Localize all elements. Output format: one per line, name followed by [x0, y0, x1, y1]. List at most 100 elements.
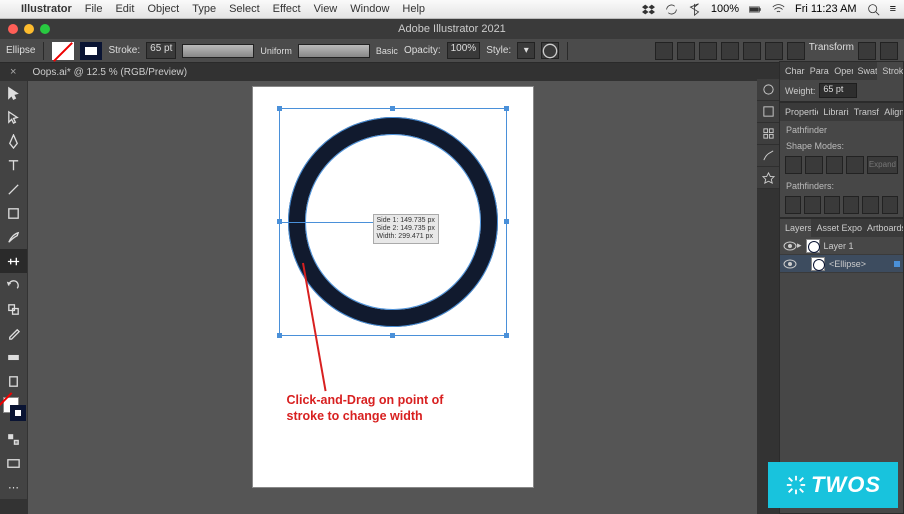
minus-front-button[interactable] [805, 156, 822, 174]
menu-effect[interactable]: Effect [273, 3, 301, 15]
bbox-handle-b[interactable] [390, 333, 395, 338]
close-window-button[interactable] [8, 24, 18, 34]
visibility-icon[interactable] [783, 239, 797, 253]
visibility-icon[interactable] [783, 257, 797, 271]
align-right-button[interactable] [699, 42, 717, 60]
style-dropdown[interactable]: ▾ [517, 42, 535, 59]
fill-stroke-indicator[interactable] [0, 393, 27, 427]
tab-swatches[interactable]: Swatc [853, 62, 878, 80]
symbols-panel-icon[interactable] [757, 167, 779, 189]
color-mode-button[interactable] [0, 427, 27, 451]
zoom-window-button[interactable] [40, 24, 50, 34]
edit-toolbar-button[interactable]: ⋯ [0, 475, 27, 499]
layer-name[interactable]: Layer 1 [824, 241, 854, 251]
menu-type[interactable]: Type [192, 3, 216, 15]
document-tab[interactable]: Oops.ai* @ 12.5 % (RGB/Preview) [22, 65, 197, 80]
align-left-button[interactable] [655, 42, 673, 60]
unite-button[interactable] [785, 156, 802, 174]
sublayer-row[interactable]: <Ellipse> [780, 255, 903, 273]
width-tool[interactable] [0, 249, 27, 273]
shape-builder-button[interactable] [787, 42, 805, 60]
close-tab-button[interactable]: × [10, 66, 16, 78]
stroke-profile-uniform[interactable] [182, 44, 254, 58]
artboard[interactable]: Side 1: 149.735 px Side 2: 149.735 px Wi… [253, 87, 533, 487]
trim-button[interactable] [804, 196, 820, 214]
wifi-icon[interactable] [772, 3, 785, 16]
brushes-panel-icon[interactable] [757, 145, 779, 167]
bbox-handle-t[interactable] [390, 106, 395, 111]
transform-label[interactable]: Transform [809, 42, 854, 60]
isolate-button[interactable] [858, 42, 876, 60]
paintbrush-tool[interactable] [0, 225, 27, 249]
selection-tool[interactable] [0, 81, 27, 105]
bbox-handle-br[interactable] [504, 333, 509, 338]
sync-icon[interactable] [665, 3, 678, 16]
outline-button[interactable] [862, 196, 878, 214]
divide-button[interactable] [785, 196, 801, 214]
color-guide-panel-icon[interactable] [757, 101, 779, 123]
align-top-button[interactable] [721, 42, 739, 60]
menu-select[interactable]: Select [229, 3, 260, 15]
tab-asset-export[interactable]: Asset Export [811, 219, 862, 237]
canvas[interactable]: Side 1: 149.735 px Side 2: 149.735 px Wi… [28, 81, 757, 514]
menu-window[interactable]: Window [350, 3, 389, 15]
spotlight-icon[interactable] [867, 3, 880, 16]
recolor-button[interactable] [541, 42, 559, 59]
bluetooth-icon[interactable] [688, 3, 701, 16]
layer-row[interactable]: ▸ Layer 1 [780, 237, 903, 255]
bbox-handle-bl[interactable] [277, 333, 282, 338]
menu-file[interactable]: File [85, 3, 103, 15]
more-options-button[interactable] [880, 42, 898, 60]
align-center-button[interactable] [677, 42, 695, 60]
fill-swatch[interactable] [52, 42, 74, 60]
tab-align[interactable]: Align [879, 103, 903, 121]
tab-transform[interactable]: Transfc [849, 103, 879, 121]
clock[interactable]: Fri 11:23 AM [795, 3, 857, 15]
dropbox-icon[interactable] [642, 3, 655, 16]
artboard-tool[interactable] [0, 369, 27, 393]
brush-basic[interactable] [298, 44, 370, 58]
bbox-handle-tl[interactable] [277, 106, 282, 111]
app-name-menu[interactable]: Illustrator [21, 3, 72, 15]
color-panel-icon[interactable] [757, 79, 779, 101]
intersect-button[interactable] [826, 156, 843, 174]
minus-back-button[interactable] [882, 196, 898, 214]
exclude-button[interactable] [846, 156, 863, 174]
menu-help[interactable]: Help [402, 3, 425, 15]
stroke-swatch[interactable] [80, 42, 102, 60]
menu-object[interactable]: Object [147, 3, 179, 15]
width-handle-line[interactable] [279, 222, 375, 223]
scale-tool[interactable] [0, 297, 27, 321]
pen-tool[interactable] [0, 129, 27, 153]
line-tool[interactable] [0, 177, 27, 201]
tab-properties[interactable]: Properties [780, 103, 818, 121]
minimize-window-button[interactable] [24, 24, 34, 34]
eyedropper-tool[interactable] [0, 321, 27, 345]
tab-libraries[interactable]: Libraris [818, 103, 848, 121]
align-middle-button[interactable] [743, 42, 761, 60]
tab-character[interactable]: Chara [780, 62, 805, 80]
gradient-tool[interactable] [0, 345, 27, 369]
align-bottom-button[interactable] [765, 42, 783, 60]
tab-layers[interactable]: Layers [780, 219, 811, 237]
menubar-extra-icon[interactable]: ≡ [890, 3, 896, 15]
tab-artboards[interactable]: Artboards [862, 219, 903, 237]
stroke-weight-field[interactable]: 65 pt [146, 42, 176, 59]
direct-selection-tool[interactable] [0, 105, 27, 129]
rotate-tool[interactable] [0, 273, 27, 297]
opacity-field[interactable]: 100% [447, 42, 481, 59]
sublayer-name[interactable]: <Ellipse> [829, 259, 866, 269]
tab-opentype[interactable]: Open [829, 62, 852, 80]
weight-field[interactable]: 65 pt [819, 83, 857, 98]
menu-edit[interactable]: Edit [115, 3, 134, 15]
tab-paragraph[interactable]: Parag [805, 62, 829, 80]
swatches-panel-icon[interactable] [757, 123, 779, 145]
menu-view[interactable]: View [314, 3, 338, 15]
merge-button[interactable] [824, 196, 840, 214]
shape-tool[interactable] [0, 201, 27, 225]
bbox-handle-r[interactable] [504, 219, 509, 224]
tab-stroke[interactable]: Stroke [877, 62, 903, 80]
crop-button[interactable] [843, 196, 859, 214]
type-tool[interactable] [0, 153, 27, 177]
target-indicator[interactable] [894, 261, 900, 267]
